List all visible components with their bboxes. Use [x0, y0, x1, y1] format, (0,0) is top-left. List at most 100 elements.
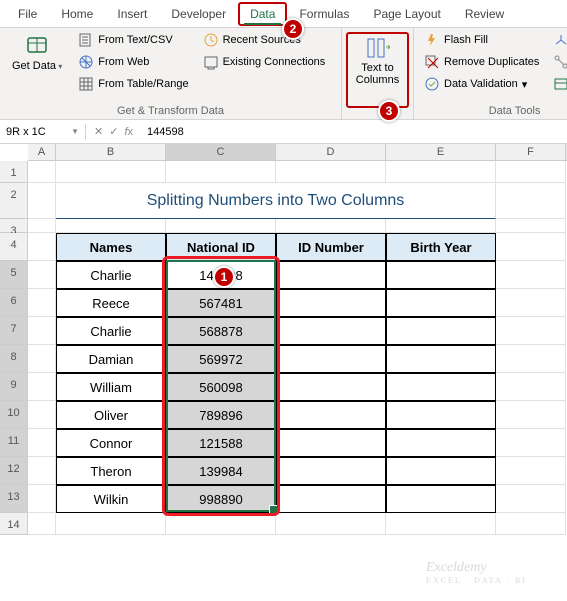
cell-id-number[interactable] — [276, 261, 386, 289]
cell-A13[interactable] — [28, 485, 56, 513]
row-header-4[interactable]: 4 — [0, 233, 28, 261]
header-national-id[interactable]: National ID — [166, 233, 276, 261]
cell-A9[interactable] — [28, 373, 56, 401]
cell-D1[interactable] — [276, 161, 386, 183]
cell-id-number[interactable] — [276, 401, 386, 429]
cell-F6[interactable] — [496, 289, 566, 317]
cell-F4[interactable] — [496, 233, 566, 261]
header-names[interactable]: Names — [56, 233, 166, 261]
cell-D14[interactable] — [276, 513, 386, 535]
header-id-number[interactable]: ID Number — [276, 233, 386, 261]
cell-name[interactable]: Charlie — [56, 317, 166, 345]
cell-name[interactable]: Reece — [56, 289, 166, 317]
cell-F7[interactable] — [496, 317, 566, 345]
relationships-button[interactable]: Relati — [549, 52, 567, 72]
cell-A10[interactable] — [28, 401, 56, 429]
cell-national-id[interactable]: 121588 — [166, 429, 276, 457]
cell-birth-year[interactable] — [386, 457, 496, 485]
cell-national-id[interactable]: 789896 — [166, 401, 276, 429]
col-header-F[interactable]: F — [496, 144, 566, 160]
cell-F1[interactable] — [496, 161, 566, 183]
cell-id-number[interactable] — [276, 317, 386, 345]
cell-national-id[interactable]: 998890 — [166, 485, 276, 513]
cell-A1[interactable] — [28, 161, 56, 183]
from-text-csv-button[interactable]: From Text/CSV — [74, 30, 192, 50]
row-header-9[interactable]: 9 — [0, 373, 28, 401]
cell-F9[interactable] — [496, 373, 566, 401]
cell-A4[interactable] — [28, 233, 56, 261]
cell-id-number[interactable] — [276, 485, 386, 513]
cell-F8[interactable] — [496, 345, 566, 373]
cell-E3[interactable] — [386, 219, 496, 233]
cell-id-number[interactable] — [276, 429, 386, 457]
title-cell[interactable]: Splitting Numbers into Two Columns — [56, 183, 496, 219]
row-header-10[interactable]: 10 — [0, 401, 28, 429]
cell-name[interactable]: Charlie — [56, 261, 166, 289]
cell-name[interactable]: Connor — [56, 429, 166, 457]
col-header-A[interactable]: A — [28, 144, 56, 160]
tab-insert[interactable]: Insert — [105, 2, 159, 26]
cell-national-id[interactable]: 139984 — [166, 457, 276, 485]
cell-birth-year[interactable] — [386, 345, 496, 373]
cell-name[interactable]: Damian — [56, 345, 166, 373]
cell-F13[interactable] — [496, 485, 566, 513]
cell-A7[interactable] — [28, 317, 56, 345]
cell-id-number[interactable] — [276, 289, 386, 317]
cell-C3[interactable] — [166, 219, 276, 233]
cell-birth-year[interactable] — [386, 485, 496, 513]
row-header-8[interactable]: 8 — [0, 345, 28, 373]
consolidate-button[interactable]: Conso — [549, 30, 567, 50]
row-header-2[interactable]: 2 — [0, 183, 28, 219]
header-birth-year[interactable]: Birth Year — [386, 233, 496, 261]
cell-name[interactable]: Theron — [56, 457, 166, 485]
col-header-D[interactable]: D — [276, 144, 386, 160]
row-header-1[interactable]: 1 — [0, 161, 28, 183]
row-header-14[interactable]: 14 — [0, 513, 28, 535]
cell-id-number[interactable] — [276, 457, 386, 485]
recent-sources-button[interactable]: Recent Sources — [199, 30, 330, 50]
cell-name[interactable]: Wilkin — [56, 485, 166, 513]
cell-birth-year[interactable] — [386, 401, 496, 429]
cell-national-id[interactable]: 560098 — [166, 373, 276, 401]
formula-input[interactable]: 144598 — [141, 124, 567, 140]
tab-file[interactable]: File — [6, 2, 49, 26]
row-header-6[interactable]: 6 — [0, 289, 28, 317]
cell-E14[interactable] — [386, 513, 496, 535]
row-header-13[interactable]: 13 — [0, 485, 28, 513]
cell-birth-year[interactable] — [386, 289, 496, 317]
cell-birth-year[interactable] — [386, 261, 496, 289]
col-header-C[interactable]: C — [166, 144, 276, 160]
cell-birth-year[interactable] — [386, 373, 496, 401]
cell-C14[interactable] — [166, 513, 276, 535]
tab-data[interactable]: Data — [238, 2, 287, 26]
data-validation-button[interactable]: Data Validation ▾ — [420, 74, 543, 94]
from-table-range-button[interactable]: From Table/Range — [74, 74, 192, 94]
tab-home[interactable]: Home — [49, 2, 105, 26]
cell-national-id[interactable]: 567481 — [166, 289, 276, 317]
remove-duplicates-button[interactable]: Remove Duplicates — [420, 52, 543, 72]
name-box[interactable]: 9R x 1C ▼ — [0, 124, 86, 140]
cell-birth-year[interactable] — [386, 317, 496, 345]
flash-fill-button[interactable]: Flash Fill — [420, 30, 543, 50]
cell-B14[interactable] — [56, 513, 166, 535]
cancel-icon[interactable]: ✕ — [94, 125, 103, 138]
cell-national-id[interactable]: 569972 — [166, 345, 276, 373]
fx-icon[interactable]: fx — [124, 126, 133, 138]
from-web-button[interactable]: From Web — [74, 52, 192, 72]
cell-A8[interactable] — [28, 345, 56, 373]
cell-E1[interactable] — [386, 161, 496, 183]
tab-review[interactable]: Review — [453, 2, 516, 26]
cell-A12[interactable] — [28, 457, 56, 485]
cell-D3[interactable] — [276, 219, 386, 233]
cell-A2[interactable] — [28, 183, 56, 219]
cell-F5[interactable] — [496, 261, 566, 289]
cell-id-number[interactable] — [276, 373, 386, 401]
cell-C1[interactable] — [166, 161, 276, 183]
text-to-columns-button[interactable]: Text to Columns — [346, 32, 409, 108]
tab-page-layout[interactable]: Page Layout — [361, 2, 452, 26]
row-header-7[interactable]: 7 — [0, 317, 28, 345]
cell-id-number[interactable] — [276, 345, 386, 373]
get-data-button[interactable]: Get Data ▾ — [6, 30, 68, 77]
enter-icon[interactable]: ✓ — [109, 125, 118, 138]
cell-F14[interactable] — [496, 513, 566, 535]
